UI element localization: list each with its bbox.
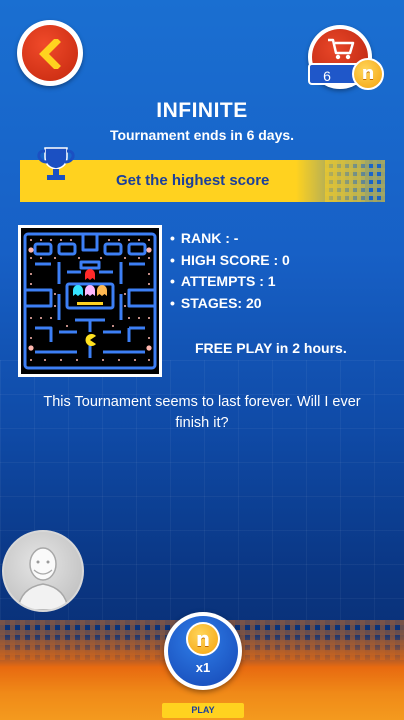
tournament-subtitle: Tournament ends in 6 days.	[109, 127, 295, 143]
goal-text: Get the highest score	[116, 172, 270, 189]
rank-stat: RANK : -	[170, 228, 290, 250]
coin-icon: n	[186, 622, 220, 656]
shopping-cart-icon	[328, 38, 355, 60]
play-button[interactable]: n x1	[164, 612, 242, 690]
tournament-description: This Tournament seems to last forever. W…	[43, 394, 361, 431]
avatar[interactable]	[2, 530, 84, 612]
free-play-timer: FREE PLAY in 2 hours.	[195, 340, 347, 356]
stats-list: RANK : - HIGH SCORE : 0 ATTEMPTS : 1 STA…	[170, 228, 290, 314]
attempts-stat: ATTEMPTS : 1	[170, 271, 290, 293]
chevron-left-icon	[39, 39, 61, 69]
maze-image	[21, 228, 159, 374]
play-cost: x1	[195, 660, 211, 675]
tournament-title: INFINITE	[156, 99, 248, 122]
trophy-icon	[37, 147, 75, 180]
maze-preview	[18, 225, 162, 377]
play-label[interactable]: PLAY	[162, 703, 244, 718]
stages-stat: STAGES: 20	[170, 293, 290, 315]
back-button[interactable]	[17, 20, 83, 86]
coin-icon: n	[352, 58, 384, 90]
high-score-stat: HIGH SCORE : 0	[170, 250, 290, 272]
person-icon	[17, 547, 69, 610]
